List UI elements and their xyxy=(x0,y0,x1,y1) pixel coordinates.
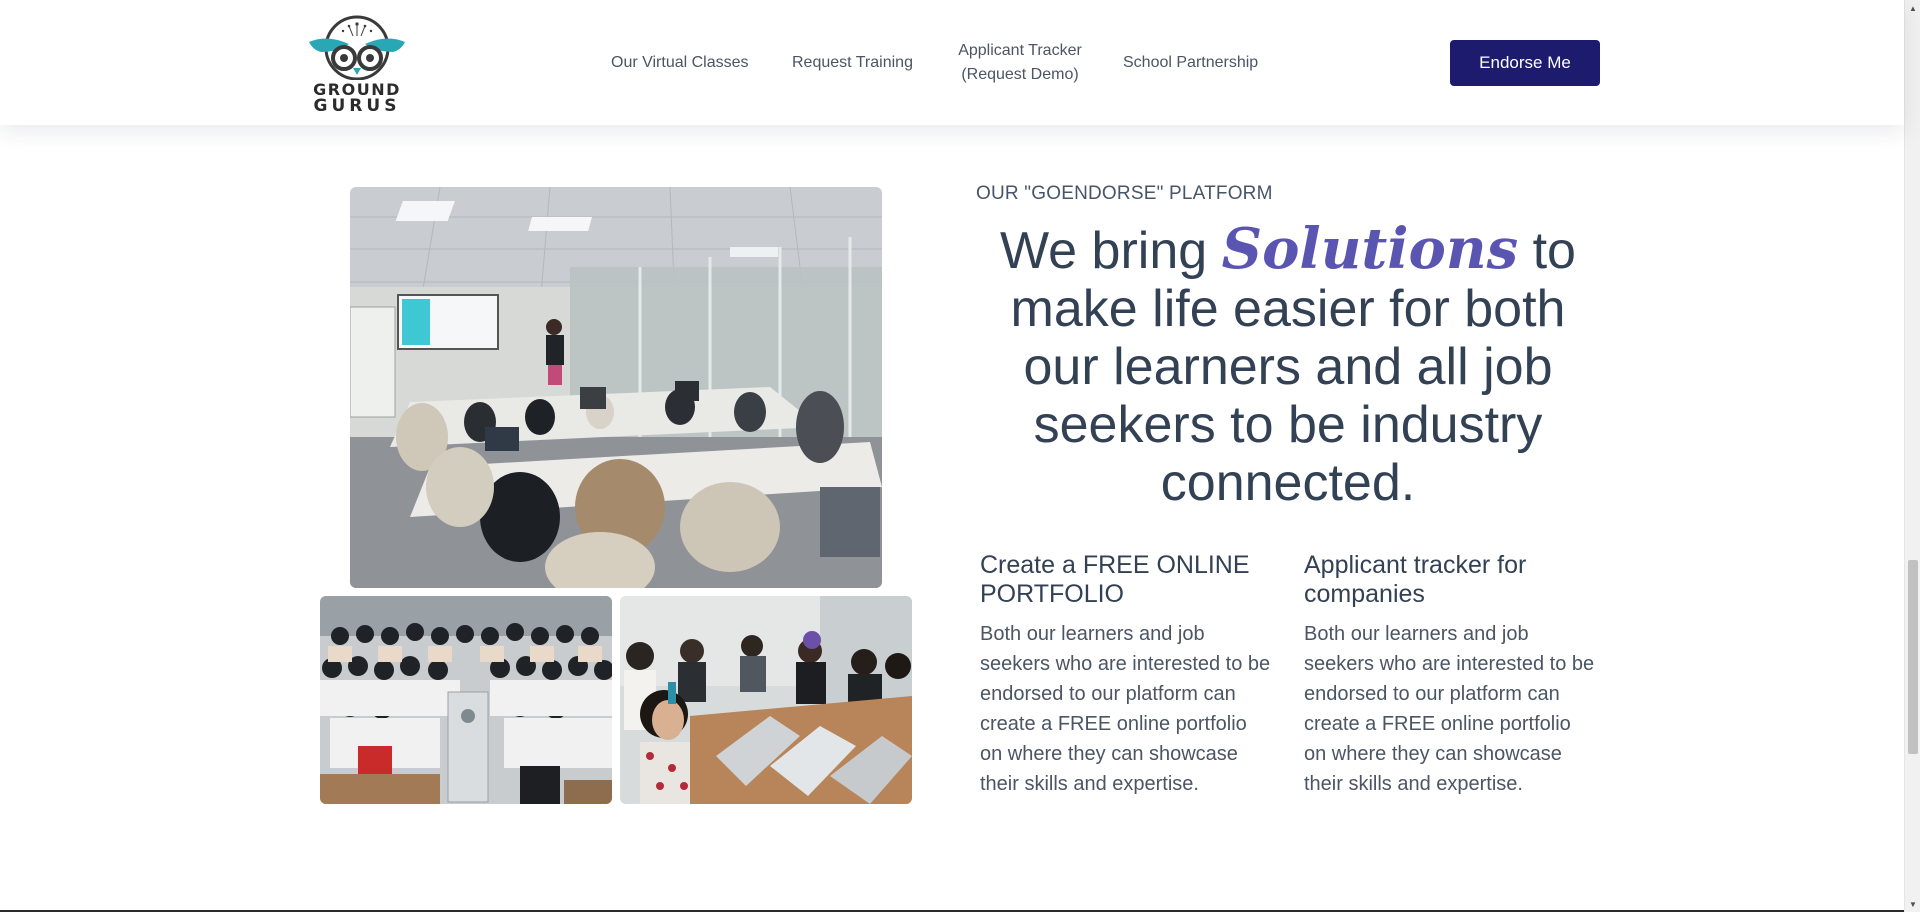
section-headline: We bring Solutions to make life easier f… xyxy=(990,220,1586,512)
feature-description: Both our learners and job seekers who ar… xyxy=(980,623,1271,795)
feature-applicant-tracker: Applicant tracker for companies Both our… xyxy=(1304,551,1604,799)
nav-applicant-tracker[interactable]: Applicant Tracker (Request Demo) xyxy=(952,39,1088,87)
ground-gurus-logo[interactable]: GROUND GURUS xyxy=(304,12,410,116)
section-eyebrow: OUR "GOENDORSE" PLATFORM xyxy=(976,183,1273,204)
nav-request-training[interactable]: Request Training xyxy=(792,51,913,75)
group-photo xyxy=(320,596,612,804)
feature-description: Both our learners and job seekers who ar… xyxy=(1304,623,1595,795)
feature-online-portfolio: Create a FREE ONLINE PORTFOLIO Both our … xyxy=(980,551,1280,799)
headline-accent: Solutions xyxy=(1221,216,1519,282)
owl-logo-icon xyxy=(309,15,405,80)
site-header: GROUND GURUS Our Virtual Classes Request… xyxy=(0,0,1904,125)
logo-wordmark-bottom: GURUS xyxy=(313,96,401,116)
scroll-down-arrow-icon[interactable]: ▼ xyxy=(1905,896,1920,912)
scroll-up-arrow-icon[interactable]: ▲ xyxy=(1905,0,1920,16)
feature-title: Applicant tracker for companies xyxy=(1304,551,1527,608)
scrollbar-thumb[interactable] xyxy=(1908,560,1918,754)
nav-school-partnership[interactable]: School Partnership xyxy=(1123,51,1258,75)
headline-lead: We bring xyxy=(1000,222,1222,280)
feature-title: Create a FREE ONLINE PORTFOLIO xyxy=(980,551,1250,608)
page-scrollbar[interactable]: ▲ ▼ xyxy=(1904,0,1920,912)
nav-virtual-classes[interactable]: Our Virtual Classes xyxy=(611,51,749,75)
endorse-me-button[interactable]: Endorse Me xyxy=(1450,40,1600,86)
team-photo xyxy=(620,596,912,804)
classroom-photo xyxy=(350,187,882,588)
